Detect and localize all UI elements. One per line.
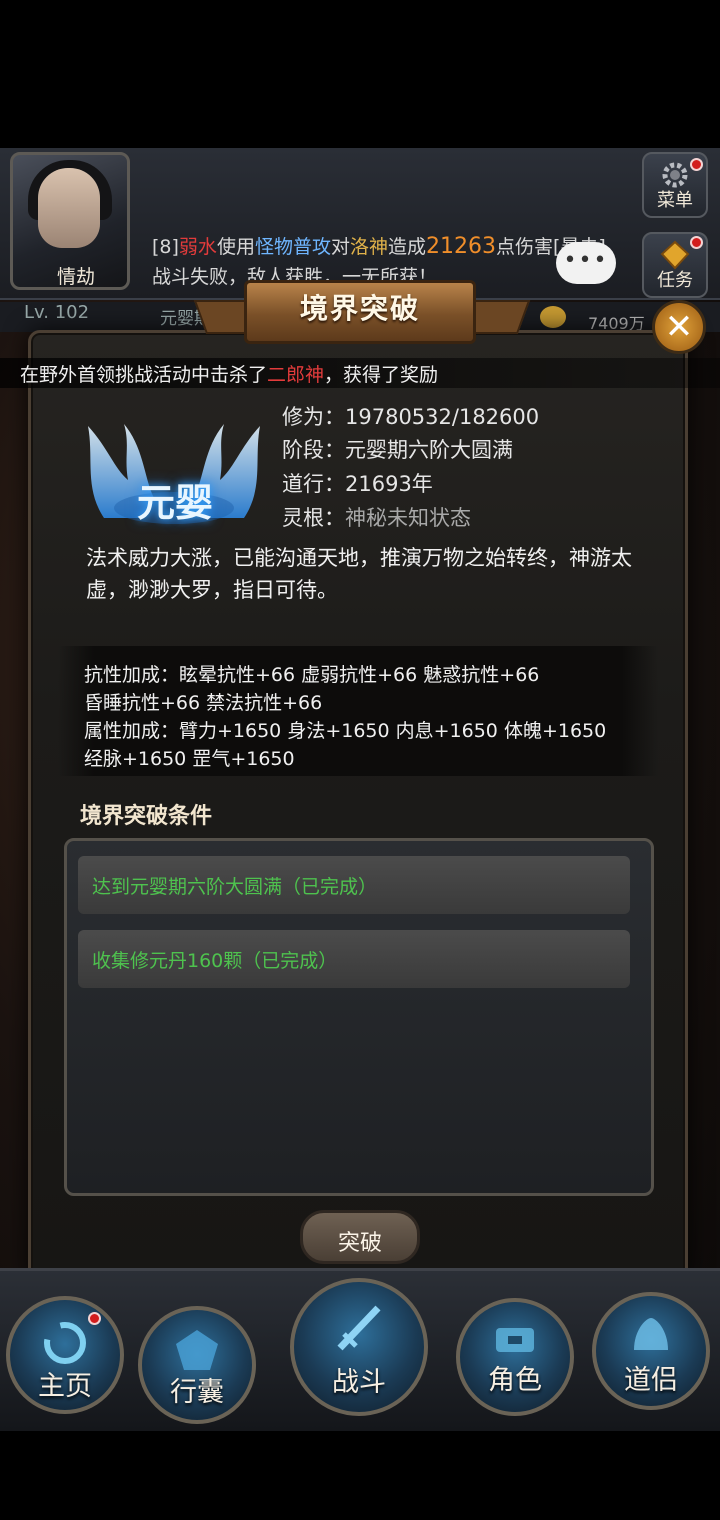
breakthrough-button[interactable]: 突破: [300, 1210, 420, 1264]
avatar-face: [38, 168, 100, 248]
stat-daoxing: 道行：21693年: [282, 468, 433, 498]
broadcast-suffix: ，获得了奖励: [324, 364, 439, 386]
sword-icon: [337, 1305, 381, 1351]
log-damage: 21263: [426, 234, 497, 259]
gold-coin-icon: [540, 306, 566, 328]
stat-value: 神秘未知状态: [345, 506, 471, 530]
condition-text: 达到元婴期六阶大圆满（已完成）: [92, 876, 378, 898]
avatar-label: 情劫: [56, 266, 95, 288]
broadcast-text: 在野外首领挑战活动中击杀了二郎神，获得了奖励: [20, 360, 438, 387]
nav-label: 主页: [38, 1371, 92, 1402]
home-notification-dot: [88, 1312, 101, 1325]
breakthrough-label: 突破: [337, 1231, 382, 1256]
menu-label: 菜单: [657, 190, 693, 211]
stat-value: 元婴期六阶大圆满: [345, 438, 513, 462]
nav-companion-button[interactable]: 道侣: [592, 1292, 710, 1410]
task-label: 任务: [657, 270, 693, 291]
nav-label: 战斗: [332, 1367, 386, 1398]
condition-item: 达到元婴期六阶大圆满（已完成）: [78, 856, 630, 914]
bonus-line: 昏睡抗性+66 禁法抗性+66: [84, 692, 323, 714]
nav-home-button[interactable]: 主页: [6, 1296, 124, 1414]
bonus-line: 抗性加成：眩晕抗性+66 虚弱抗性+66 魅惑抗性+66: [84, 664, 540, 686]
bonus-line: 属性加成：臂力+1650 身法+1650 内息+1650 体魄+1650: [84, 720, 607, 742]
log-prefix: [8]: [152, 236, 179, 258]
realm-description: 法术威力大涨，已能沟通天地，推演万物之始转终，神游太虚，渺渺大罗，指日可待。: [86, 546, 632, 602]
broadcast-prefix: 在野外首领挑战活动中击杀了: [20, 364, 268, 386]
nav-label: 道侣: [624, 1365, 678, 1396]
nav-label: 行囊: [170, 1377, 224, 1408]
bag-icon: [176, 1330, 218, 1370]
nav-bag-button[interactable]: 行囊: [138, 1306, 256, 1424]
companion-icon: [634, 1318, 668, 1350]
condition-item: 收集修元丹160颗（已完成）: [78, 930, 630, 988]
stat-value: 21693年: [345, 472, 433, 496]
broadcast-boss: 二郎神: [267, 364, 325, 386]
player-level: Lv. 102: [24, 302, 90, 323]
stat-cultivation: 修为：19780532/182600: [282, 401, 539, 431]
dialog-title: 境界突破: [299, 292, 420, 325]
nav-battle-button[interactable]: 战斗: [290, 1278, 428, 1416]
stat-spirit-root: 灵根：神秘未知状态: [282, 502, 471, 532]
condition-text: 收集修元丹160颗（已完成）: [92, 950, 338, 972]
stat-label: 阶段：: [282, 438, 345, 462]
nav-label: 角色: [488, 1365, 542, 1396]
realm-emblem-text: 元婴: [136, 480, 213, 525]
log-target: 洛神: [349, 236, 388, 258]
log-verb: 使用: [216, 236, 255, 258]
log-verb: 造成: [388, 236, 427, 258]
conditions-title: 境界突破条件: [80, 804, 213, 829]
close-button[interactable]: ✕: [652, 300, 706, 354]
stat-value: 19780532/182600: [345, 405, 540, 429]
log-verb: 对: [330, 236, 350, 258]
log-skill: 怪物普攻: [254, 236, 331, 258]
chat-dots-icon: •••: [563, 248, 609, 273]
chat-bubble-button[interactable]: •••: [556, 242, 616, 284]
stat-label: 灵根：: [282, 506, 345, 530]
battle-log-line: [8]弱水使用怪物普攻对洛神造成21263点伤害[暴击]: [152, 232, 606, 259]
menu-notification-dot: [690, 158, 703, 171]
nav-character-button[interactable]: 角色: [456, 1298, 574, 1416]
bonus-line: 经脉+1650 罡气+1650: [84, 748, 295, 770]
task-notification-dot: [690, 236, 703, 249]
stat-label: 道行：: [282, 472, 345, 496]
log-actor: 弱水: [178, 236, 217, 258]
home-icon: [44, 1322, 86, 1364]
stat-stage: 阶段：元婴期六阶大圆满: [282, 434, 513, 464]
close-icon: ✕: [664, 307, 694, 347]
stat-label: 修为：: [282, 405, 345, 429]
